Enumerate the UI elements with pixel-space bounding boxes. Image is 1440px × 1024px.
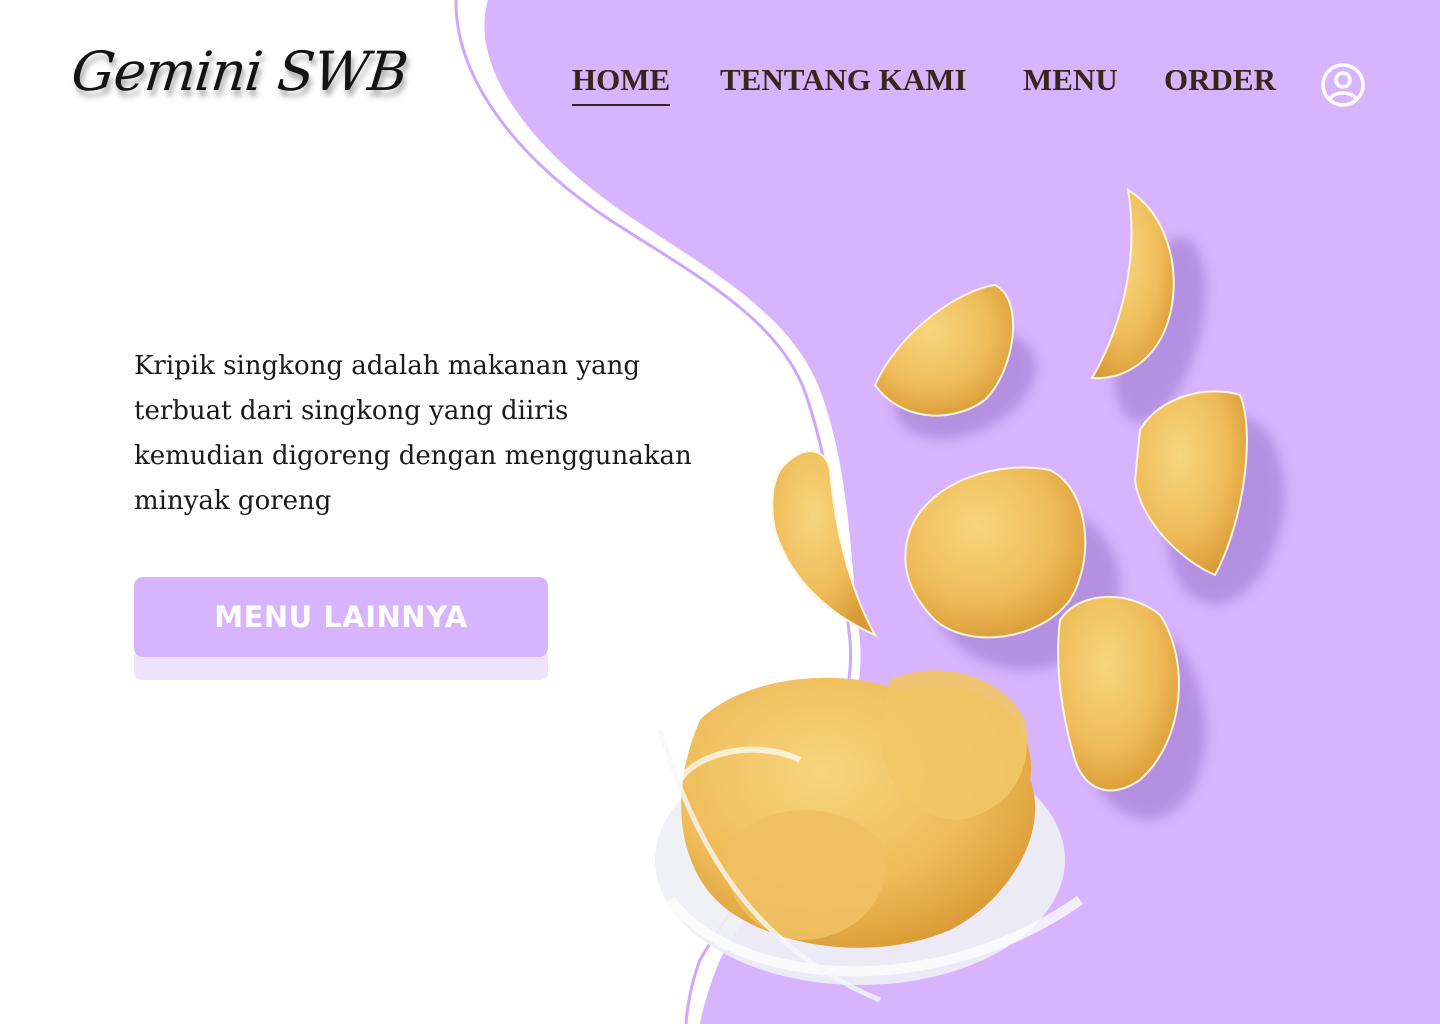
- menu-lainnya-button[interactable]: MENU LAINNYA: [134, 577, 548, 657]
- user-circle-icon[interactable]: [1320, 62, 1366, 108]
- hero-description: Kripik singkong adalah makanan yang terb…: [134, 351, 692, 516]
- nav-tentang-kami-link[interactable]: TENTANG KAMI: [720, 62, 967, 98]
- nav-home-link[interactable]: HOME: [572, 62, 671, 106]
- main-navigation: HOME TENTANG KAMI MENU ORDER: [0, 62, 1440, 122]
- nav-order-link[interactable]: ORDER: [1164, 62, 1276, 98]
- nav-menu-link[interactable]: MENU: [1023, 62, 1118, 98]
